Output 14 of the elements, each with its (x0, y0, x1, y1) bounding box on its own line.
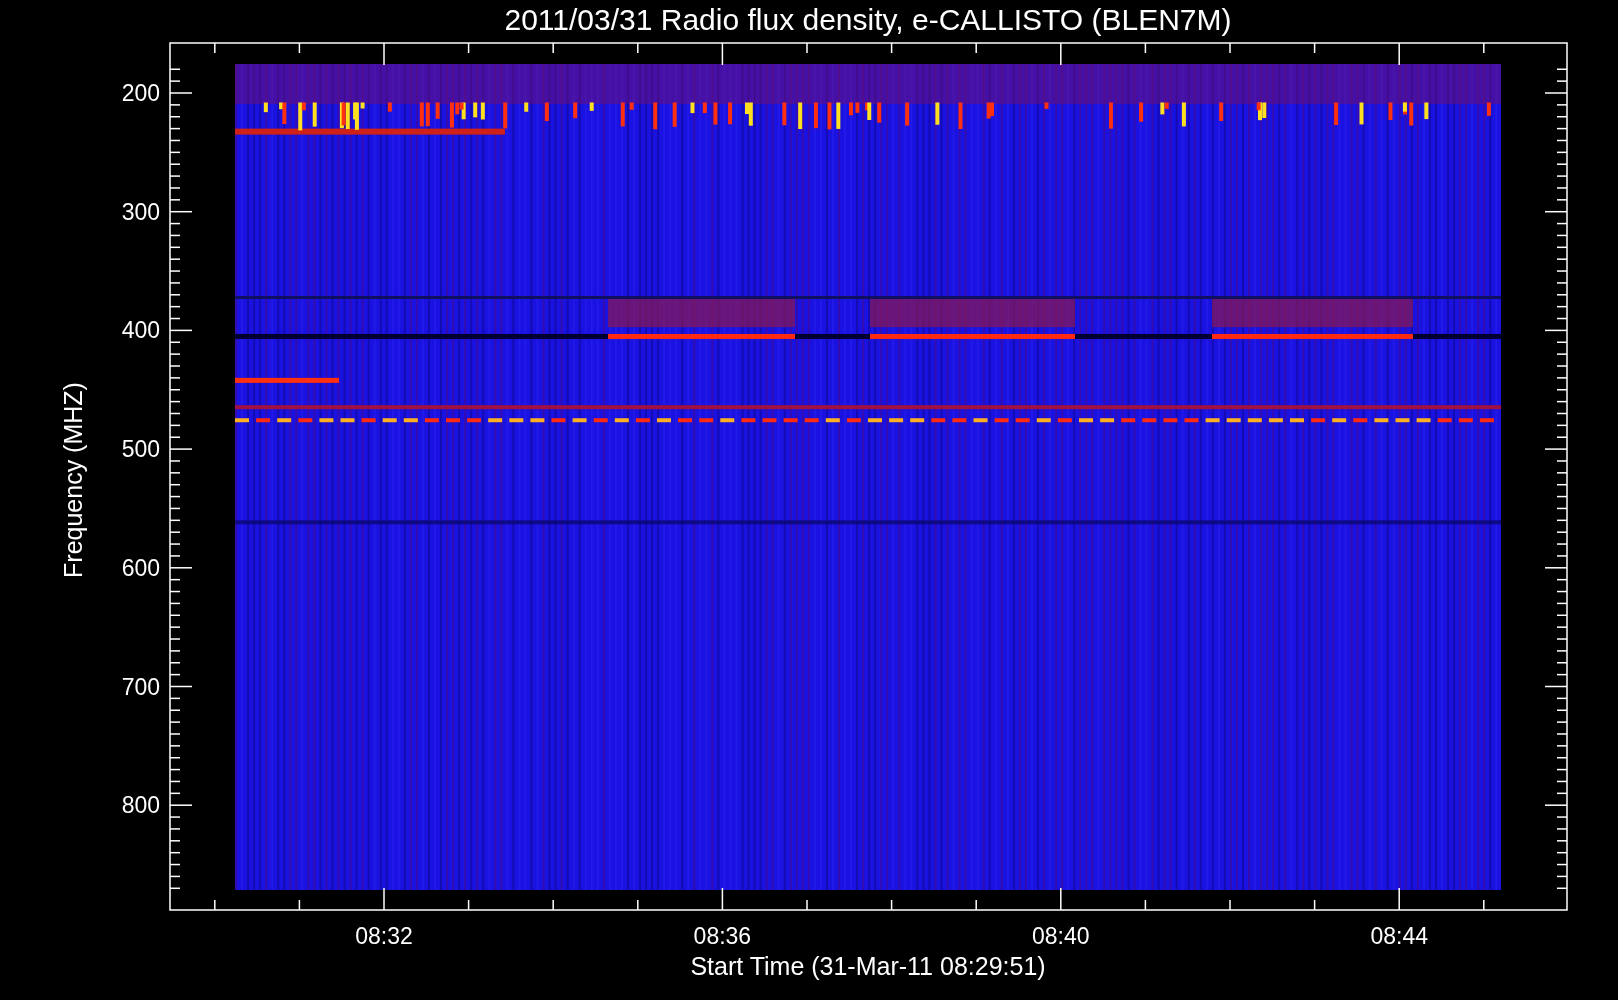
x-tick-label: 08:36 (693, 923, 752, 949)
x-axis-label: Start Time (31-Mar-11 08:29:51) (690, 952, 1046, 980)
y-tick-label: 400 (121, 317, 160, 344)
y-tick-label: 500 (121, 436, 160, 463)
y-axis-label: Frequency (MHZ) (59, 382, 87, 578)
x-tick-label: 08:44 (1370, 923, 1428, 949)
y-tick-label: 300 (121, 198, 160, 225)
chart-title: 2011/03/31 Radio flux density, e-CALLISTO (BLEN7M) (504, 3, 1232, 36)
x-tick-label: 08:32 (355, 923, 413, 949)
y-tick-label: 800 (121, 792, 160, 819)
y-tick-label: 700 (121, 673, 160, 700)
y-tick-label: 600 (121, 554, 160, 581)
x-tick-label: 08:40 (1032, 923, 1090, 949)
y-tick-label: 200 (121, 80, 160, 106)
